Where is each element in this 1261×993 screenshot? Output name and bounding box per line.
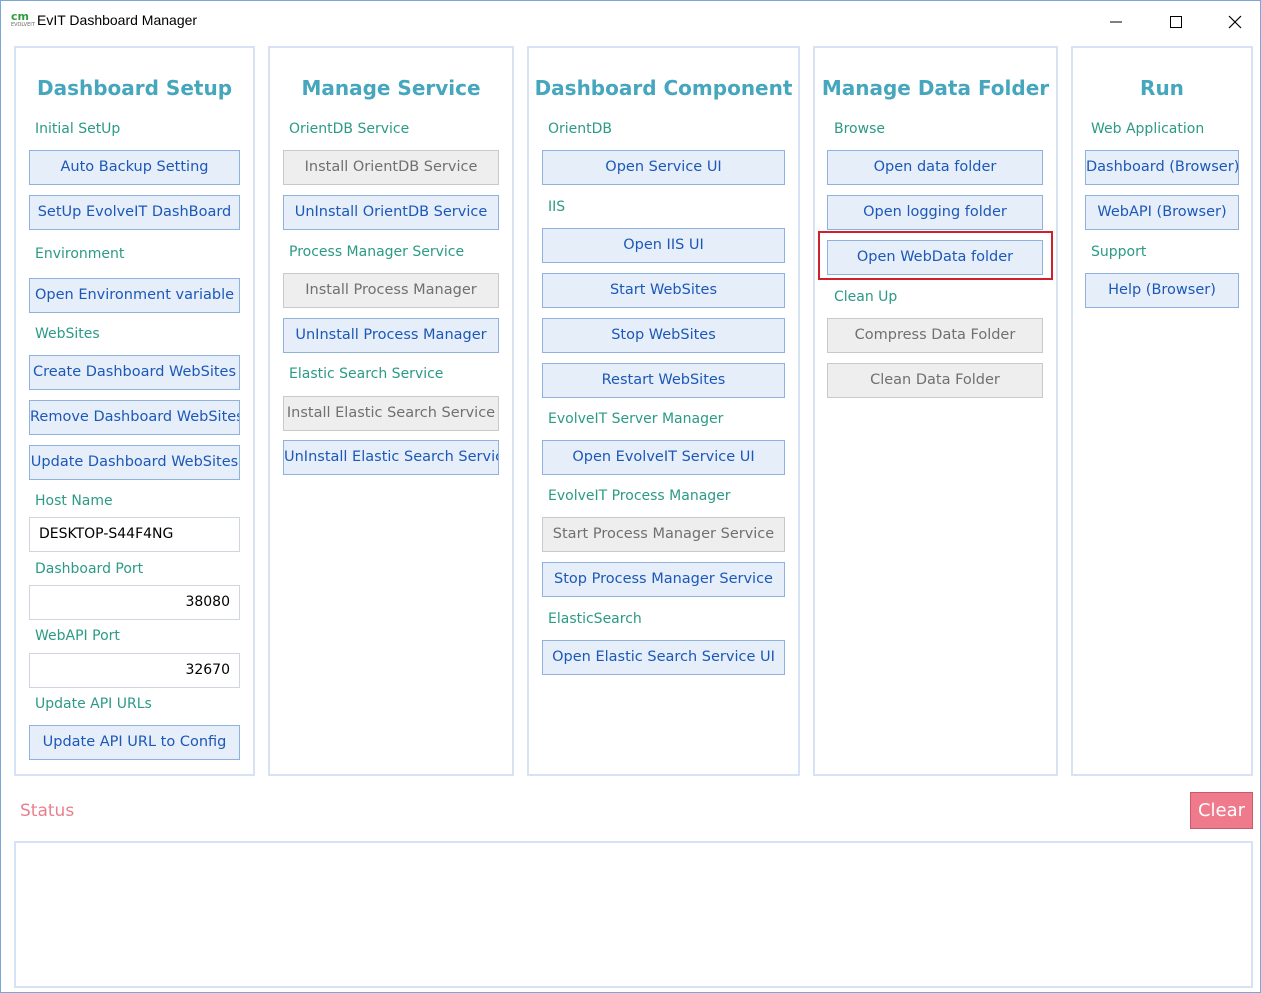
status-output[interactable] [14, 841, 1253, 988]
remove-websites-button[interactable]: Remove Dashboard WebSites [29, 400, 240, 435]
section-initial-setup: Initial SetUp [35, 121, 121, 137]
uninstall-orientdb-button[interactable]: UnInstall OrientDB Service [283, 195, 499, 230]
auto-backup-button[interactable]: Auto Backup Setting [29, 150, 240, 185]
title-bar[interactable]: cm EVOLVEIT EvIT Dashboard Manager [1, 1, 1260, 41]
open-elastic-search-ui-button[interactable]: Open Elastic Search Service UI [542, 640, 785, 675]
uninstall-process-manager-button[interactable]: UnInstall Process Manager [283, 318, 499, 353]
section-iis: IIS [548, 199, 566, 215]
stop-websites-button[interactable]: Stop WebSites [542, 318, 785, 353]
section-dashboard-port: Dashboard Port [35, 561, 144, 577]
panel-title-run: Run [1140, 76, 1184, 100]
host-name-input[interactable]: DESKTOP-S44F4NG [29, 517, 240, 552]
section-orientdb: OrientDB [548, 121, 613, 137]
section-update-api: Update API URLs [35, 696, 152, 712]
clear-button[interactable]: Clear [1190, 792, 1253, 829]
section-elasticsearch: ElasticSearch [548, 611, 642, 627]
section-websites: WebSites [35, 326, 100, 342]
status-label: Status [20, 801, 75, 821]
maximize-button[interactable] [1153, 7, 1199, 35]
compress-data-folder-button[interactable]: Compress Data Folder [827, 318, 1043, 353]
panel-title-dashboard-component: Dashboard Component [534, 76, 793, 100]
webapi-port-input[interactable]: 32670 [29, 653, 240, 688]
section-evolveit-process-manager: EvolveIT Process Manager [548, 488, 731, 504]
section-environment: Environment [35, 246, 125, 262]
section-orientdb-service: OrientDB Service [289, 121, 410, 137]
section-host-name: Host Name [35, 493, 113, 509]
selection-highlight [818, 231, 1053, 280]
open-environment-button[interactable]: Open Environment variable [29, 278, 240, 313]
panel-title-dashboard-setup: Dashboard Setup [36, 76, 233, 100]
section-process-manager-service: Process Manager Service [289, 244, 465, 260]
restart-websites-button[interactable]: Restart WebSites [542, 363, 785, 398]
window-title: EvIT Dashboard Manager [37, 12, 198, 28]
install-process-manager-button[interactable]: Install Process Manager [283, 273, 499, 308]
maximize-icon [1170, 16, 1182, 28]
app-logo-icon: cm EVOLVEIT [11, 10, 35, 28]
install-orientdb-button[interactable]: Install OrientDB Service [283, 150, 499, 185]
section-elastic-search-service: Elastic Search Service [289, 366, 444, 382]
dashboard-port-input[interactable]: 38080 [29, 585, 240, 620]
open-service-ui-button[interactable]: Open Service UI [542, 150, 785, 185]
stop-process-manager-service-button[interactable]: Stop Process Manager Service [542, 562, 785, 597]
open-logging-folder-button[interactable]: Open logging folder [827, 195, 1043, 230]
update-api-url-button[interactable]: Update API URL to Config [29, 725, 240, 760]
section-support: Support [1091, 244, 1147, 260]
dashboard-browser-button[interactable]: Dashboard (Browser) [1085, 150, 1239, 185]
section-web-application: Web Application [1091, 121, 1205, 137]
webapi-browser-button[interactable]: WebAPI (Browser) [1085, 195, 1239, 230]
update-websites-button[interactable]: Update Dashboard WebSites [29, 445, 240, 480]
close-button[interactable] [1212, 7, 1258, 35]
help-browser-button[interactable]: Help (Browser) [1085, 273, 1239, 308]
close-icon [1228, 15, 1242, 29]
uninstall-elastic-search-button[interactable]: UnInstall Elastic Search Service [283, 440, 499, 475]
panel-title-manage-data-folder: Manage Data Folder [821, 76, 1050, 100]
section-browse: Browse [834, 121, 885, 137]
minimize-icon [1110, 21, 1122, 23]
create-websites-button[interactable]: Create Dashboard WebSites [29, 355, 240, 390]
install-elastic-search-button[interactable]: Install Elastic Search Service [283, 396, 499, 431]
section-clean-up: Clean Up [834, 289, 898, 305]
open-iis-ui-button[interactable]: Open IIS UI [542, 228, 785, 263]
panel-title-manage-service: Manage Service [301, 76, 481, 100]
clean-data-folder-button[interactable]: Clean Data Folder [827, 363, 1043, 398]
section-evolveit-server-manager: EvolveIT Server Manager [548, 411, 724, 427]
minimize-button[interactable] [1093, 7, 1139, 35]
open-evolveit-service-ui-button[interactable]: Open EvolveIT Service UI [542, 440, 785, 475]
section-webapi-port: WebAPI Port [35, 628, 120, 644]
setup-dashboard-button[interactable]: SetUp EvolveIT DashBoard [29, 195, 240, 230]
start-process-manager-service-button[interactable]: Start Process Manager Service [542, 517, 785, 552]
app-window: cm EVOLVEIT EvIT Dashboard Manager Dashb… [0, 0, 1261, 993]
start-websites-button[interactable]: Start WebSites [542, 273, 785, 308]
open-data-folder-button[interactable]: Open data folder [827, 150, 1043, 185]
